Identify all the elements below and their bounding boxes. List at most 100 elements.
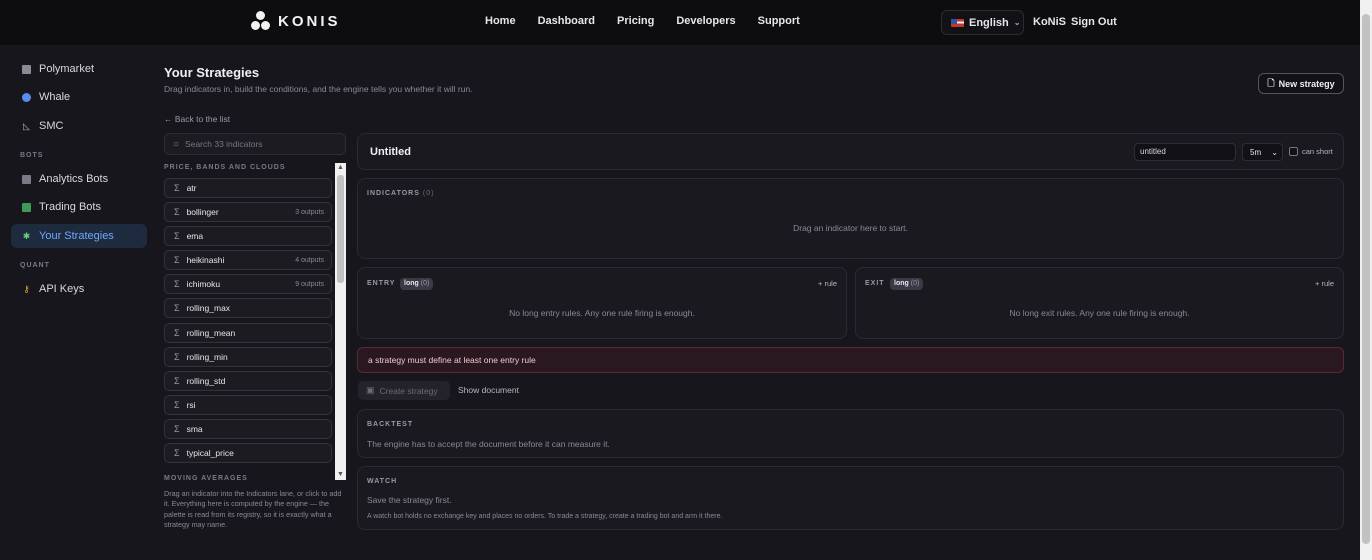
sidebar-item-label: API Keys [39, 283, 85, 295]
nav-dashboard[interactable]: Dashboard [538, 15, 595, 27]
sidebar-item-smc[interactable]: ◺ SMC [11, 114, 147, 138]
new-strategy-button[interactable]: 🗋 New strategy [1258, 73, 1344, 94]
timeframe-select[interactable]: 5m ⌄ [1242, 143, 1283, 161]
entry-label: ENTRY [367, 280, 396, 287]
exit-panel: EXIT long (0) + rule No long exit rules.… [855, 267, 1344, 339]
scroll-down-arrow-icon[interactable]: ▼ [337, 471, 344, 479]
indicator-item[interactable]: Σbollinger 3 outputs [164, 202, 332, 223]
nav-support[interactable]: Support [758, 15, 800, 27]
nav-home[interactable]: Home [485, 15, 516, 27]
can-short-checkbox[interactable]: can short [1289, 147, 1333, 156]
sidebar-item-trading-bots[interactable]: Trading Bots [11, 195, 147, 219]
sidebar-item-api-keys[interactable]: ⚷ API Keys [11, 277, 147, 301]
indicator-item[interactable]: Σsma [164, 418, 332, 439]
backtest-panel: BACKTEST The engine has to accept the do… [357, 409, 1344, 458]
indicator-name: rolling_min [186, 351, 228, 362]
page-title: Your Strategies [164, 65, 260, 80]
indicator-item[interactable]: Σtypical_price [164, 443, 332, 464]
watch-text: Save the strategy first. [367, 495, 452, 505]
indicator-item[interactable]: Σheikinashi 4 outputs [164, 250, 332, 271]
sidebar-item-whale[interactable]: Whale [11, 85, 147, 109]
palette-scrollbar-thumb[interactable] [337, 175, 344, 283]
indicator-item[interactable]: Σrolling_mean [164, 322, 332, 343]
language-select[interactable]: English ⌄ [941, 10, 1024, 35]
analytics-icon [22, 174, 31, 184]
indicator-outputs: 4 outputs [295, 256, 324, 264]
back-to-list-link[interactable]: ← Back to the list [164, 114, 230, 124]
exit-side-pill[interactable]: long (0) [890, 278, 924, 290]
sidebar-section-bots: BOTS [20, 152, 44, 159]
indicators-lane[interactable]: INDICATORS (0) Drag an indicator here to… [357, 178, 1344, 259]
sidebar-item-analytics-bots[interactable]: Analytics Bots [11, 167, 147, 191]
palette-group-heading: PRICE, BANDS AND CLOUDS [164, 164, 286, 171]
scroll-up-arrow-icon[interactable]: ▲ [337, 164, 344, 172]
sigma-icon: Σ [174, 375, 180, 386]
logo-text: KONIS [278, 12, 341, 30]
indicator-item[interactable]: Σatr [164, 178, 332, 198]
create-strategy-button[interactable]: ▣ Create strategy [358, 381, 450, 400]
sidebar-item-your-strategies[interactable]: ✱ Your Strategies [11, 224, 147, 248]
search-icon: ○ [173, 138, 180, 150]
trading-icon [22, 202, 31, 212]
page-subtitle: Drag indicators in, build the conditions… [164, 84, 473, 94]
logo-icon [250, 10, 272, 32]
document-icon: 🗋 [1267, 77, 1275, 88]
sigma-icon: Σ [174, 423, 180, 434]
timeframe-value: 5m [1250, 147, 1262, 157]
indicator-name: rolling_mean [186, 327, 236, 338]
exit-label: EXIT [865, 280, 885, 287]
nav-pricing[interactable]: Pricing [617, 15, 654, 27]
user-name[interactable]: KoNiS [1033, 16, 1066, 28]
search-placeholder: Search 33 indicators [185, 139, 263, 149]
indicator-item[interactable]: Σrolling_max [164, 298, 332, 319]
palette-group-heading-2: MOVING AVERAGES [164, 475, 248, 481]
sign-out-button[interactable]: Sign Out [1071, 16, 1117, 28]
sidebar-item-label: Trading Bots [39, 201, 101, 213]
sidebar-item-label: SMC [39, 120, 64, 132]
strategy-title: Untitled [370, 146, 411, 158]
us-flag-icon [951, 18, 964, 27]
chevron-down-icon: ⌄ [1013, 18, 1021, 27]
indicator-item[interactable]: Σrolling_std [164, 370, 332, 391]
palette-scrollbar[interactable]: ▲ ▼ [335, 163, 346, 480]
exit-empty-text: No long exit rules. Any one rule firing … [1009, 308, 1190, 318]
sigma-icon: Σ [174, 207, 180, 218]
sigma-icon: Σ [174, 183, 180, 193]
indicator-item[interactable]: Σema [164, 226, 332, 247]
page-scrollbar[interactable] [1360, 0, 1372, 560]
nav-developers[interactable]: Developers [676, 15, 735, 27]
exit-side-count: (0) [910, 280, 920, 287]
indicators-empty-text: Drag an indicator here to start. [793, 223, 908, 233]
watch-panel: WATCH Save the strategy first. A watch b… [357, 466, 1344, 530]
strategy-name-bar: Untitled untitled 5m ⌄ can short [357, 133, 1344, 170]
entry-empty-text: No long entry rules. Any one rule firing… [509, 308, 695, 318]
indicator-name: atr [186, 183, 197, 193]
indicator-outputs: 3 outputs [295, 208, 324, 216]
sigma-icon: Σ [174, 231, 180, 242]
sidebar-item-label: Polymarket [39, 63, 95, 75]
indicator-outputs: 9 outputs [295, 280, 324, 288]
entry-panel: ENTRY long (0) + rule No long entry rule… [357, 267, 847, 339]
sigma-icon: Σ [174, 399, 180, 410]
sidebar-item-polymarket[interactable]: Polymarket [11, 57, 147, 81]
sigma-icon: Σ [174, 351, 180, 362]
entry-side-pill[interactable]: long (0) [400, 278, 434, 290]
add-exit-rule-button[interactable]: + rule [1315, 279, 1334, 288]
add-entry-rule-button[interactable]: + rule [818, 279, 837, 288]
indicator-search-input[interactable]: ○ Search 33 indicators [164, 133, 346, 155]
language-label: English [969, 16, 1009, 29]
indicator-item[interactable]: Σrolling_min [164, 346, 332, 367]
indicator-name: bollinger [186, 207, 219, 218]
show-document-button[interactable]: Show document [458, 385, 519, 395]
indicator-item[interactable]: Σrsi [164, 394, 332, 415]
sidebar-item-label: Analytics Bots [39, 173, 109, 185]
puzzle-icon: ✱ [22, 230, 31, 241]
polymarket-icon [22, 64, 31, 74]
page-scrollbar-thumb[interactable] [1362, 14, 1370, 544]
logo[interactable]: KONIS [250, 10, 341, 32]
sigma-icon: Σ [174, 303, 180, 314]
strategy-name-input[interactable]: untitled [1134, 143, 1236, 161]
main-nav: Home Dashboard Pricing Developers Suppor… [485, 15, 800, 27]
checkbox-box[interactable] [1289, 147, 1298, 156]
indicator-item[interactable]: Σichimoku 9 outputs [164, 274, 332, 295]
